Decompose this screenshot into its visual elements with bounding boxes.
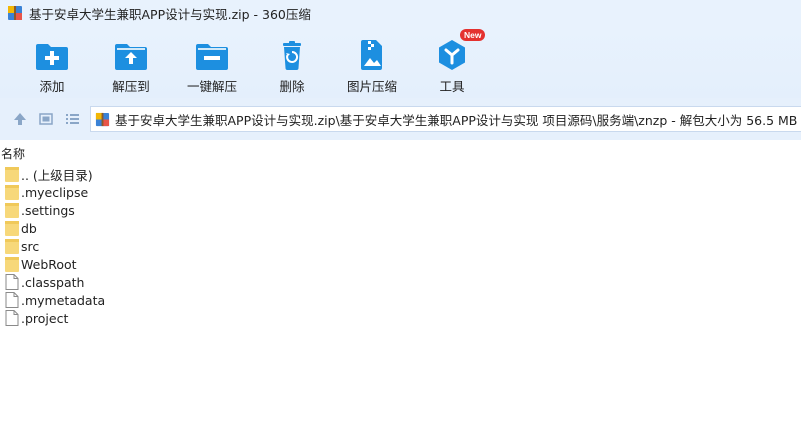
- folder-icon: [5, 166, 19, 182]
- list-item-parent-directory[interactable]: .. (上级目录): [0, 165, 801, 183]
- tools-label: 工具: [439, 79, 465, 94]
- address-bar[interactable]: 基于安卓大学生兼职APP设计与实现.zip\基于安卓大学生兼职APP设计与实现 …: [90, 106, 801, 132]
- image-compress-label: 图片压缩: [346, 79, 397, 94]
- extract-to-label: 解压到: [112, 79, 150, 94]
- add-icon: [34, 38, 70, 72]
- delete-label: 删除: [279, 79, 305, 94]
- up-arrow-icon[interactable]: [11, 110, 29, 128]
- extract-to-icon: [113, 38, 149, 72]
- address-path: 基于安卓大学生兼职APP设计与实现.zip\基于安卓大学生兼职APP设计与实现 …: [115, 112, 798, 128]
- folder-icon: [5, 238, 19, 254]
- list-item-name: db: [21, 220, 37, 236]
- list-item[interactable]: .mymetadata: [0, 291, 801, 309]
- list-item-name: .settings: [21, 202, 75, 218]
- column-header-name[interactable]: 名称: [0, 144, 801, 162]
- file-icon: [5, 310, 19, 326]
- archive-icon: [95, 112, 110, 127]
- file-icon: [5, 292, 19, 308]
- delete-button[interactable]: 删除: [252, 38, 332, 96]
- add-label: 添加: [39, 79, 65, 94]
- title-bar: 基于安卓大学生兼职APP设计与实现.zip - 360压缩: [0, 0, 801, 26]
- list-view-icon[interactable]: [63, 110, 81, 128]
- file-list: .. (上级目录) .myeclipse .settings db src We…: [0, 165, 801, 327]
- folder-icon: [5, 256, 19, 272]
- image-compress-button[interactable]: 图片压缩: [332, 38, 412, 96]
- column-header-label: 名称: [1, 147, 26, 161]
- list-item-name: .classpath: [21, 274, 85, 290]
- list-item[interactable]: .classpath: [0, 273, 801, 291]
- 360zip-app-icon: [7, 5, 23, 21]
- toolbar: 添加 解压到 一键解压 删除 图片压缩 New 工具: [0, 26, 801, 98]
- window-title: 基于安卓大学生兼职APP设计与实现.zip - 360压缩: [29, 6, 311, 22]
- list-item-name: .project: [21, 310, 69, 326]
- list-item-name: .mymetadata: [21, 292, 106, 308]
- extract-to-button[interactable]: 解压到: [91, 38, 171, 96]
- list-item[interactable]: WebRoot: [0, 255, 801, 273]
- list-item[interactable]: .project: [0, 309, 801, 327]
- delete-icon: [274, 38, 310, 72]
- list-item[interactable]: src: [0, 237, 801, 255]
- folder-icon: [5, 220, 19, 236]
- image-compress-icon: [354, 38, 390, 72]
- list-item-name: .myeclipse: [21, 184, 89, 200]
- list-item[interactable]: .settings: [0, 201, 801, 219]
- list-item-name: .. (上级目录): [21, 167, 93, 183]
- tools-icon: New: [434, 29, 486, 72]
- list-item-name: WebRoot: [21, 256, 77, 272]
- thumbnail-view-icon[interactable]: [37, 110, 55, 128]
- add-button[interactable]: 添加: [12, 38, 92, 96]
- one-click-extract-icon: [194, 38, 230, 72]
- list-item[interactable]: db: [0, 219, 801, 237]
- new-badge: New: [460, 29, 486, 41]
- folder-icon: [5, 202, 19, 218]
- list-item[interactable]: .myeclipse: [0, 183, 801, 201]
- folder-icon: [5, 184, 19, 200]
- file-icon: [5, 274, 19, 290]
- one-click-extract-label: 一键解压: [186, 79, 237, 94]
- tools-button[interactable]: New 工具: [412, 29, 492, 96]
- one-click-extract-button[interactable]: 一键解压: [172, 38, 252, 96]
- list-item-name: src: [21, 238, 40, 254]
